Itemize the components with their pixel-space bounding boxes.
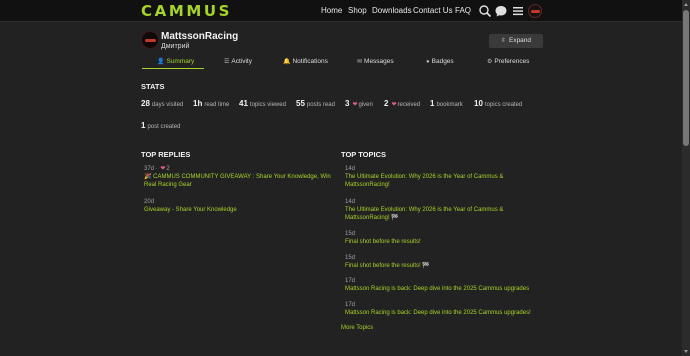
scrollbar-thumb[interactable]: [683, 10, 689, 146]
tab-summary[interactable]: 👤 Summary: [157, 58, 194, 66]
activity-icon: ☰: [224, 59, 230, 65]
stat-days-visited: 28 days visited: [141, 99, 184, 108]
scroll-up-arrow-icon[interactable]: [684, 3, 688, 6]
top-topics-title: TOP TOPICS: [341, 150, 387, 159]
tab-badges[interactable]: ● Badges: [426, 58, 454, 66]
profile-tabs: 👤 Summary ☰ Activity 🔔 Notifications ✉ Messa…: [141, 55, 543, 69]
stat-post-created: 1 post created: [141, 121, 181, 130]
badge-icon: ●: [426, 59, 430, 65]
hamburger-menu-icon[interactable]: [511, 4, 525, 18]
stat-topics-created: 10 topics created: [474, 99, 523, 108]
cammus-logo[interactable]: CAMMUS: [141, 4, 232, 19]
top-replies-title: TOP REPLIES: [141, 150, 191, 159]
nav-faq[interactable]: FAQ: [455, 6, 471, 16]
profile-avatar[interactable]: [141, 31, 159, 49]
nav-contact-us[interactable]: Contact Us: [413, 6, 453, 16]
tab-messages[interactable]: ✉ Messages: [357, 58, 394, 66]
topic-link[interactable]: Final shot before the results! 🏁: [345, 262, 540, 270]
stat-likes-given: 3 ❤given: [345, 99, 373, 108]
scroll-down-arrow-icon[interactable]: [684, 350, 688, 353]
user-icon: 👤: [157, 59, 165, 65]
stat-posts-read: 55 posts read: [296, 99, 335, 108]
topic-link[interactable]: The Ultimate Evolution: Why 2026 is the …: [345, 173, 540, 189]
reply-meta: 37d · ❤2: [144, 166, 170, 172]
heart-icon: ❤: [391, 102, 397, 108]
tab-notifications[interactable]: 🔔 Notifications: [283, 58, 328, 66]
topic-link[interactable]: Mattsson Racing is back: Deep dive into …: [345, 285, 545, 293]
reply-link[interactable]: Giveaway - Share Your Knowledge: [144, 206, 334, 214]
active-tab-indicator: [142, 68, 204, 69]
page-scrollbar[interactable]: [682, 0, 690, 356]
envelope-icon: ✉: [357, 59, 363, 65]
stat-bookmark: 1 bookmark: [430, 99, 463, 108]
site-header: CAMMUS Home Shop Downloads Contact Us FA…: [0, 0, 682, 22]
topic-link[interactable]: The Ultimate Evolution: Why 2026 is the …: [345, 206, 540, 222]
tab-preferences[interactable]: ⚙ Preferences: [487, 58, 529, 66]
stat-topics-viewed: 41 topics viewed: [239, 99, 286, 108]
heart-icon: ❤: [352, 102, 358, 108]
heart-icon: ❤: [160, 166, 166, 172]
topic-meta: 15d: [345, 231, 356, 237]
profile-username: MattssonRacing: [161, 31, 239, 42]
nav-home[interactable]: Home: [321, 6, 342, 16]
stats-title: STATS: [141, 82, 165, 91]
expand-icon: ⇳: [500, 38, 506, 44]
bell-icon: 🔔: [283, 59, 291, 65]
nav-downloads[interactable]: Downloads: [372, 6, 412, 16]
topic-link[interactable]: Mattsson Racing is back: Deep dive into …: [345, 309, 545, 317]
tab-activity[interactable]: ☰ Activity: [224, 58, 252, 66]
topic-meta: 14d: [345, 166, 356, 172]
chat-icon[interactable]: [494, 4, 508, 18]
topic-meta: 14d: [345, 199, 356, 205]
gear-icon: ⚙: [487, 59, 493, 65]
nav-shop[interactable]: Shop: [348, 6, 367, 16]
reply-link[interactable]: 🎉 CAMMUS COMMUNITY GIVEAWAY : Share Your…: [144, 173, 334, 189]
stat-likes-received: 2 ❤received: [384, 99, 421, 108]
search-icon[interactable]: [478, 4, 492, 18]
topic-meta: 15d: [345, 255, 356, 261]
user-avatar[interactable]: [528, 4, 542, 18]
topic-meta: 17d: [345, 302, 356, 308]
more-topics-link[interactable]: More Topics: [341, 324, 373, 332]
topic-meta: 17d: [345, 278, 356, 284]
expand-label: Expand: [508, 37, 532, 44]
reply-meta: 20d: [144, 199, 155, 205]
expand-button[interactable]: ⇳ Expand: [489, 34, 543, 48]
profile-name: Дмитрий: [161, 43, 190, 50]
topic-link[interactable]: Final shot before the results!: [345, 238, 540, 246]
stat-read-time: 1h read time: [193, 99, 230, 108]
